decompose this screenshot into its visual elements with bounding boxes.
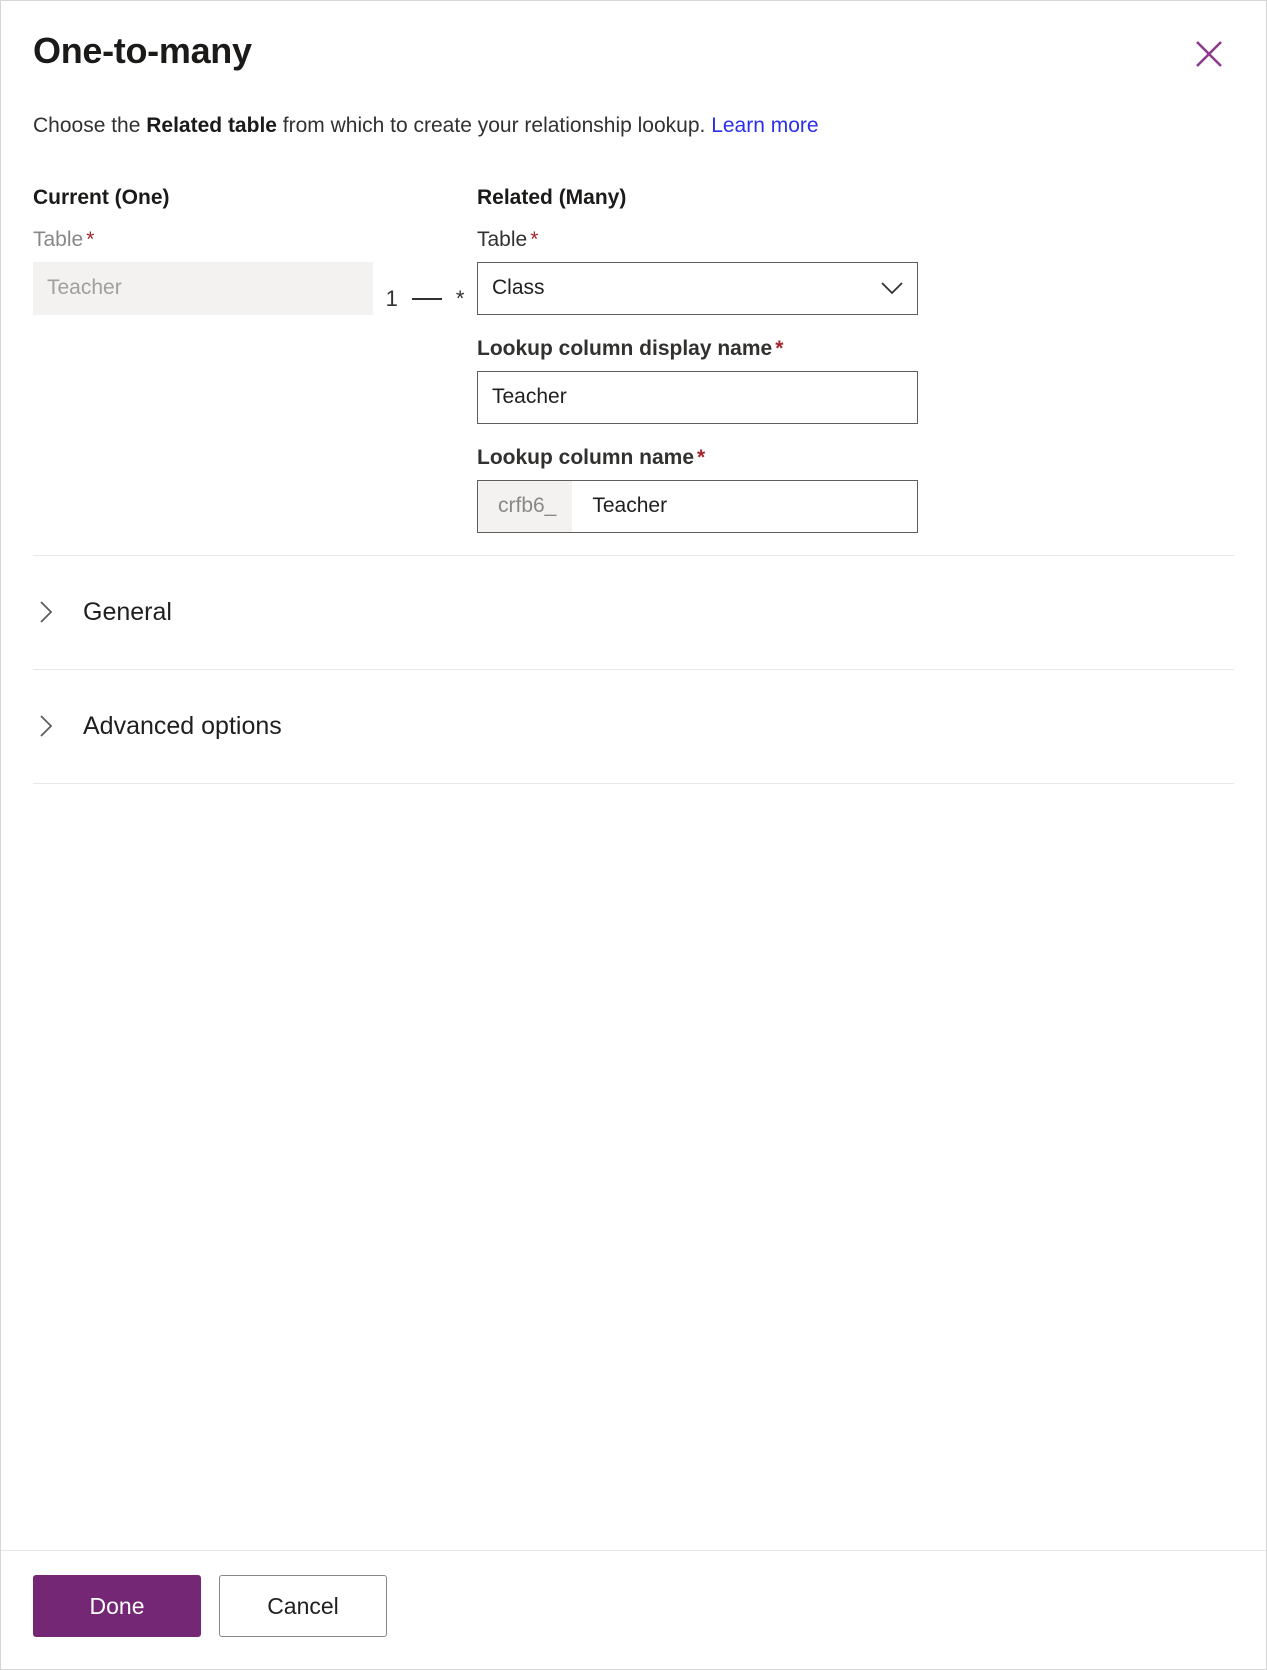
footer-spacer: [405, 1575, 1234, 1637]
close-button[interactable]: [1186, 31, 1232, 77]
related-many-column: Related (Many) Table * Class Lookup colum…: [477, 186, 918, 555]
done-button[interactable]: Done: [33, 1575, 201, 1637]
lookup-column-name-input[interactable]: crfb6_ Teacher: [477, 479, 918, 533]
related-table-dropdown[interactable]: Class: [477, 261, 918, 315]
current-table-label-text: Table: [33, 227, 84, 251]
cardinality-dash: [411, 297, 442, 300]
page-title: One-to-many: [33, 30, 252, 71]
cardinality-many: *: [455, 285, 465, 311]
close-icon: [1194, 39, 1224, 69]
chevron-down-icon[interactable]: [873, 281, 911, 295]
cardinality-indicator: 1 *: [373, 286, 477, 312]
cardinality-one: 1: [385, 285, 398, 311]
lookup-display-name-label-text: Lookup column display name: [477, 336, 773, 360]
lookup-column-name-label: Lookup column name *: [477, 446, 918, 470]
description-bold: Related table: [146, 113, 277, 137]
lookup-display-name-input[interactable]: Teacher: [477, 370, 918, 424]
required-asterisk: *: [530, 227, 539, 251]
cancel-button[interactable]: Cancel: [219, 1575, 387, 1637]
lookup-column-name-field: Lookup column name * crfb6_ Teacher: [477, 446, 918, 533]
current-group-title: Current (One): [33, 185, 170, 209]
required-asterisk: *: [775, 336, 784, 360]
related-table-value: Class: [492, 276, 545, 300]
chevron-right-icon: [35, 601, 57, 624]
related-table-field: Table * Class: [477, 228, 918, 315]
required-asterisk: *: [86, 227, 95, 251]
description-suffix: from which to create your relationship l…: [276, 113, 712, 137]
relationship-columns: Current (One) Table * Teacher 1 * Related…: [33, 186, 1234, 555]
dialog-body: Current (One) Table * Teacher 1 * Related…: [1, 140, 1266, 1550]
current-one-column: Current (One) Table * Teacher: [33, 186, 373, 337]
section-general[interactable]: General: [33, 556, 1234, 669]
related-table-label: Table *: [477, 228, 918, 252]
dialog-footer: Done Cancel: [1, 1550, 1266, 1669]
required-asterisk: *: [697, 445, 706, 469]
learn-more-link[interactable]: Learn more: [711, 114, 818, 137]
description-prefix: Choose the: [33, 113, 147, 137]
dialog-header: One-to-many Choose the Related table fro…: [1, 1, 1266, 140]
section-divider: [33, 782, 1234, 784]
current-table-input: Teacher: [33, 261, 373, 315]
schema-prefix: crfb6_: [478, 480, 573, 532]
current-table-value: Teacher: [47, 276, 122, 300]
related-table-label-text: Table: [477, 227, 528, 251]
lookup-display-name-label: Lookup column display name *: [477, 337, 918, 361]
section-advanced-options[interactable]: Advanced options: [33, 670, 1234, 783]
section-advanced-options-label: Advanced options: [83, 711, 282, 740]
current-table-field: Table * Teacher: [33, 228, 373, 315]
one-to-many-dialog: One-to-many Choose the Related table fro…: [0, 0, 1267, 1670]
related-group-title: Related (Many): [477, 185, 627, 209]
lookup-column-name-value: Teacher: [592, 494, 668, 518]
current-table-label: Table *: [33, 228, 373, 252]
lookup-display-name-value: Teacher: [492, 385, 567, 409]
dialog-description: Choose the Related table from which to c…: [33, 112, 1234, 140]
chevron-right-icon: [35, 715, 57, 738]
lookup-display-name-field: Lookup column display name * Teacher: [477, 337, 918, 424]
lookup-column-name-label-text: Lookup column name: [477, 445, 695, 469]
section-general-label: General: [83, 597, 172, 626]
